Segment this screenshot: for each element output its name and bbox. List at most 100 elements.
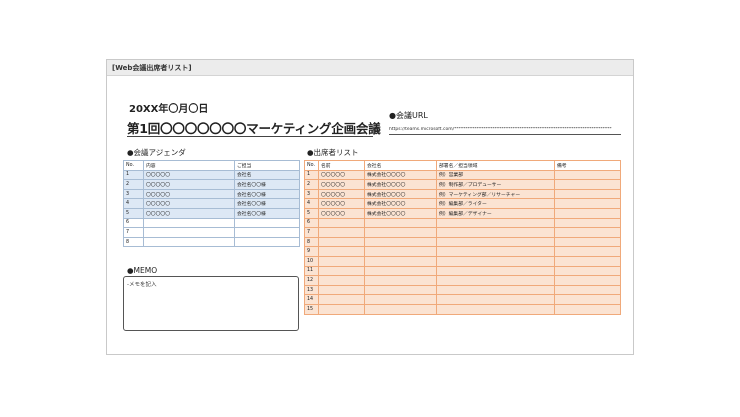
attendees-table-cell[interactable]: 4	[304, 198, 319, 209]
attendees-table-cell[interactable]	[318, 294, 365, 305]
agenda-table-cell[interactable]	[234, 227, 300, 238]
attendees-table-cell[interactable]: 7	[304, 227, 319, 238]
attendees-table-cell[interactable]: 3	[304, 188, 319, 200]
attendees-table-cell[interactable]	[554, 246, 621, 257]
attendees-table-cell[interactable]	[436, 265, 555, 277]
attendees-table-cell[interactable]: 15	[304, 303, 319, 315]
attendees-table-cell[interactable]	[318, 255, 365, 267]
agenda-table-cell[interactable]: 会社名〇〇様	[234, 207, 300, 219]
attendees-table-cell[interactable]: 10	[304, 255, 319, 267]
attendees-table-cell[interactable]	[554, 303, 621, 315]
agenda-table-cell[interactable]: 〇〇〇〇〇	[143, 188, 235, 200]
attendees-table-cell[interactable]	[436, 255, 555, 267]
agenda-table-cell[interactable]: 1	[123, 169, 144, 181]
attendees-table-cell[interactable]	[436, 236, 555, 248]
agenda-table-cell[interactable]: 会社名〇〇様	[234, 188, 300, 200]
attendees-table-cell[interactable]: 8	[304, 236, 319, 248]
attendees-table-cell[interactable]	[436, 294, 555, 305]
attendees-table-cell[interactable]: 例）編集部／ライター	[436, 198, 555, 209]
agenda-table-cell[interactable]: 会社名	[234, 169, 300, 181]
attendees-table-cell[interactable]: 例）編集部／デザイナー	[436, 207, 555, 219]
attendees-table-cell[interactable]: 〇〇〇〇〇	[318, 179, 365, 190]
attendees-table-cell[interactable]	[554, 207, 621, 219]
attendees-table-cell[interactable]: 11	[304, 265, 319, 277]
attendees-table-cell[interactable]	[364, 265, 437, 277]
attendees-table-cell[interactable]	[318, 217, 365, 229]
agenda-table-cell[interactable]: 会社名〇〇様	[234, 179, 300, 190]
attendees-table-cell[interactable]	[554, 236, 621, 248]
meeting-url-value[interactable]: https://teams.microsoft.com/************…	[389, 127, 621, 132]
attendees-table-cell[interactable]	[554, 217, 621, 229]
attendees-table-cell[interactable]: 6	[304, 217, 319, 229]
attendees-table-cell[interactable]	[436, 284, 555, 296]
attendees-table-cell[interactable]: 株式会社〇〇〇〇	[364, 188, 437, 200]
attendees-table-cell[interactable]	[318, 303, 365, 315]
attendees-table-cell[interactable]	[364, 294, 437, 305]
attendees-table-cell[interactable]: 5	[304, 207, 319, 219]
attendees-table-cell[interactable]: 〇〇〇〇〇	[318, 188, 365, 200]
attendees-table-cell[interactable]	[554, 294, 621, 305]
attendees-table-cell[interactable]	[318, 284, 365, 296]
attendees-table-cell[interactable]	[318, 265, 365, 277]
attendees-table-cell[interactable]	[554, 188, 621, 200]
attendees-table-cell[interactable]	[436, 303, 555, 315]
agenda-table-cell[interactable]: 〇〇〇〇〇	[143, 198, 235, 209]
attendees-table-cell[interactable]: 2	[304, 179, 319, 190]
agenda-table-cell[interactable]	[143, 236, 235, 248]
attendees-table-cell[interactable]	[554, 284, 621, 296]
agenda-table-cell[interactable]: 6	[123, 217, 144, 229]
attendees-table-cell[interactable]	[554, 179, 621, 190]
attendees-table-cell[interactable]	[318, 246, 365, 257]
attendees-table-cell[interactable]: 〇〇〇〇〇	[318, 207, 365, 219]
agenda-table-cell[interactable]: 〇〇〇〇〇	[143, 207, 235, 219]
attendees-table-cell[interactable]	[318, 275, 365, 286]
attendees-table-cell[interactable]	[364, 255, 437, 267]
agenda-table-cell[interactable]	[143, 217, 235, 229]
attendees-table-cell[interactable]	[364, 217, 437, 229]
attendees-table-cell[interactable]: 株式会社〇〇〇〇	[364, 207, 437, 219]
attendees-table-cell[interactable]	[364, 275, 437, 286]
agenda-table-cell[interactable]: 8	[123, 236, 144, 248]
attendees-table-cell[interactable]	[436, 246, 555, 257]
attendees-table-cell[interactable]	[554, 255, 621, 267]
attendees-table-cell[interactable]: 12	[304, 275, 319, 286]
attendees-table-cell[interactable]	[318, 236, 365, 248]
agenda-table-cell[interactable]	[234, 217, 300, 229]
attendees-table-cell[interactable]	[554, 227, 621, 238]
attendees-table-cell[interactable]	[364, 227, 437, 238]
agenda-table-cell[interactable]: 4	[123, 198, 144, 209]
attendees-table-cell[interactable]	[436, 227, 555, 238]
agenda-table-cell[interactable]: 会社名〇〇様	[234, 198, 300, 209]
attendees-table-cell[interactable]: 株式会社〇〇〇〇	[364, 169, 437, 181]
attendees-table-cell[interactable]	[436, 275, 555, 286]
attendees-table-cell[interactable]: 〇〇〇〇〇	[318, 169, 365, 181]
attendees-table-cell[interactable]: 14	[304, 294, 319, 305]
attendees-table-cell[interactable]: 例）営業部	[436, 169, 555, 181]
attendees-table-cell[interactable]: 13	[304, 284, 319, 296]
attendees-table-cell[interactable]	[364, 236, 437, 248]
attendees-table-cell[interactable]	[554, 275, 621, 286]
attendees-table-cell[interactable]	[318, 227, 365, 238]
agenda-table-cell[interactable]	[234, 236, 300, 248]
attendees-table-cell[interactable]: 例）マーケティング部／リサーチャー	[436, 188, 555, 200]
agenda-table-cell[interactable]: 〇〇〇〇〇	[143, 179, 235, 190]
attendees-table-cell[interactable]	[554, 169, 621, 181]
attendees-table-cell[interactable]: 例）制作部／プロデューサー	[436, 179, 555, 190]
agenda-table-cell[interactable]: 5	[123, 207, 144, 219]
attendees-table-cell[interactable]	[364, 246, 437, 257]
attendees-table-cell[interactable]	[554, 198, 621, 209]
attendees-table-cell[interactable]	[554, 265, 621, 277]
attendees-table-cell[interactable]	[364, 284, 437, 296]
agenda-table-cell[interactable]: 3	[123, 188, 144, 200]
attendees-table-cell[interactable]: 〇〇〇〇〇	[318, 198, 365, 209]
attendees-table-cell[interactable]: 1	[304, 169, 319, 181]
attendees-table-cell[interactable]: 株式会社〇〇〇〇	[364, 198, 437, 209]
attendees-table-cell[interactable]: 株式会社〇〇〇〇	[364, 179, 437, 190]
agenda-table-cell[interactable]	[143, 227, 235, 238]
attendees-table-cell[interactable]: 9	[304, 246, 319, 257]
attendees-table-cell[interactable]	[436, 217, 555, 229]
memo-box[interactable]: -メモを記入	[123, 276, 299, 331]
agenda-table-cell[interactable]: 〇〇〇〇〇	[143, 169, 235, 181]
attendees-table-cell[interactable]	[364, 303, 437, 315]
agenda-table-cell[interactable]: 7	[123, 227, 144, 238]
